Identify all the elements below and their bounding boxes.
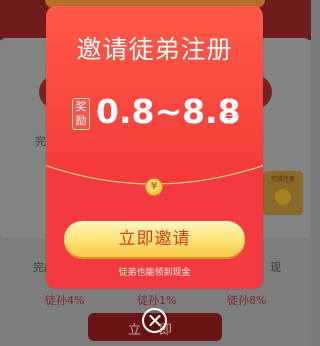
background-percent: 徒孙4% [45,294,85,307]
background-badge-text: 完成注册 [270,176,295,183]
background-percent: 徒孙1% [137,294,177,307]
reward-tag-text: 奖 [75,100,87,113]
background-label: 完 [35,135,46,148]
invite-modal: 邀请徒弟注册 奖 励 0.8~8.8 元 ¥ 立即邀请 徒弟也能领到现金 [46,6,263,289]
envelope-flap-icon [46,164,263,289]
coin-icon: ¥ [145,178,163,196]
background-label: 现 [270,261,281,274]
coin-icon [275,189,291,205]
invite-now-button[interactable]: 立即邀请 [64,221,245,257]
background-badge: 完成注册 [263,171,303,215]
modal-subnote: 徒弟也能领到现金 [118,268,191,278]
close-icon[interactable] [142,308,167,333]
background-percent: 徒孙8% [227,294,267,307]
modal-title: 邀请徒弟注册 [76,35,233,64]
